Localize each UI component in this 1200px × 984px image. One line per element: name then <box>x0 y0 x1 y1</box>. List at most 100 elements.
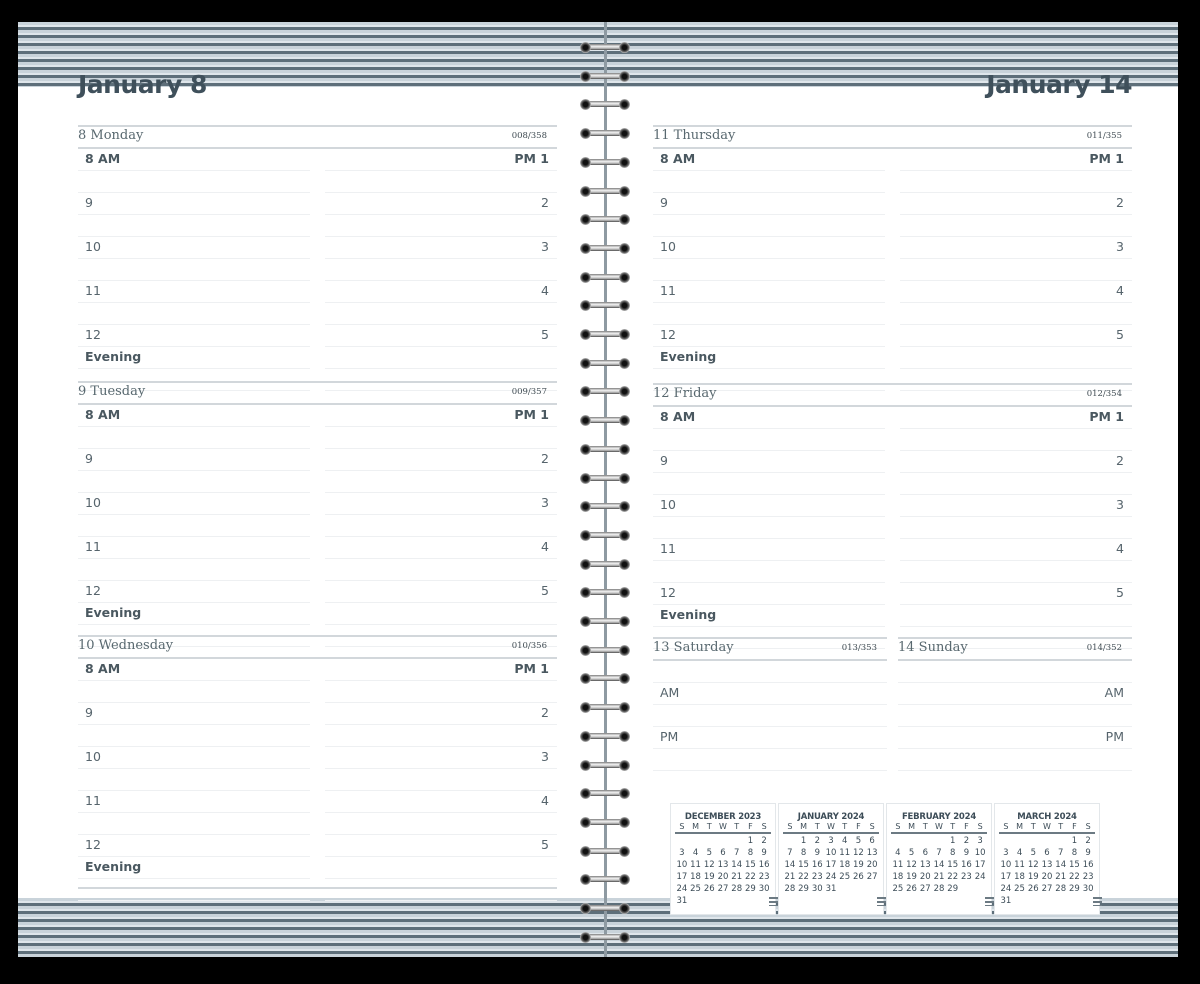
time-slot[interactable]: 2 <box>325 193 557 215</box>
date-cell[interactable]: 30 <box>810 883 824 895</box>
date-cell[interactable]: 12 <box>905 859 919 871</box>
date-cell[interactable]: 21 <box>783 871 797 883</box>
time-slot[interactable] <box>78 259 310 281</box>
time-slot[interactable]: 3 <box>325 747 557 769</box>
date-cell[interactable]: 12 <box>852 847 866 859</box>
date-cell[interactable]: 6 <box>918 847 932 859</box>
time-slot[interactable] <box>900 605 1132 627</box>
date-cell[interactable]: 26 <box>905 883 919 895</box>
date-cell[interactable]: 21 <box>730 871 744 883</box>
time-slot[interactable] <box>653 473 885 495</box>
time-slot[interactable] <box>325 603 557 625</box>
time-slot[interactable] <box>325 515 557 537</box>
time-slot[interactable]: Evening <box>653 605 885 627</box>
time-slot[interactable] <box>900 215 1132 237</box>
date-cell[interactable]: 31 <box>675 895 689 907</box>
time-slot[interactable]: 8 AM <box>78 149 310 171</box>
time-slot[interactable] <box>653 561 885 583</box>
date-cell[interactable]: 9 <box>1081 847 1095 859</box>
time-slot[interactable]: 11 <box>78 281 310 303</box>
time-slot[interactable]: 5 <box>900 325 1132 347</box>
date-cell[interactable]: 22 <box>797 871 811 883</box>
date-cell[interactable]: 16 <box>960 859 974 871</box>
time-slot[interactable]: 3 <box>900 237 1132 259</box>
time-slot[interactable] <box>78 303 310 325</box>
date-cell[interactable]: 9 <box>757 847 771 859</box>
date-cell[interactable]: 23 <box>810 871 824 883</box>
date-cell[interactable]: 20 <box>1040 871 1054 883</box>
date-cell[interactable]: 7 <box>730 847 744 859</box>
date-cell[interactable]: 7 <box>932 847 946 859</box>
time-slot[interactable] <box>78 813 310 835</box>
time-slot[interactable] <box>325 259 557 281</box>
date-cell[interactable]: 5 <box>852 835 866 847</box>
date-cell[interactable]: 31 <box>824 883 838 895</box>
date-cell[interactable]: 19 <box>905 871 919 883</box>
date-cell[interactable]: 16 <box>810 859 824 871</box>
date-cell[interactable]: 14 <box>730 859 744 871</box>
time-slot[interactable] <box>78 215 310 237</box>
time-slot[interactable]: 12 <box>653 325 885 347</box>
date-cell[interactable]: 26 <box>1026 883 1040 895</box>
date-cell[interactable]: 13 <box>918 859 932 871</box>
time-slot[interactable] <box>325 559 557 581</box>
time-slot[interactable]: PM 1 <box>325 149 557 171</box>
time-slot[interactable]: 5 <box>900 583 1132 605</box>
date-cell[interactable]: 21 <box>932 871 946 883</box>
date-cell[interactable]: 27 <box>716 883 730 895</box>
time-slot[interactable] <box>325 813 557 835</box>
time-slot[interactable] <box>78 725 310 747</box>
date-cell[interactable]: 8 <box>744 847 758 859</box>
date-cell[interactable]: 14 <box>932 859 946 871</box>
date-cell[interactable]: 10 <box>973 847 987 859</box>
time-slot[interactable]: 11 <box>653 281 885 303</box>
time-slot[interactable] <box>653 517 885 539</box>
date-cell[interactable]: 18 <box>1013 871 1027 883</box>
date-cell[interactable]: 15 <box>797 859 811 871</box>
date-cell[interactable]: 23 <box>757 871 771 883</box>
time-slot[interactable] <box>898 749 1132 771</box>
time-slot[interactable] <box>653 661 887 683</box>
time-slot[interactable]: 3 <box>325 493 557 515</box>
time-slot[interactable]: 11 <box>78 537 310 559</box>
date-cell[interactable]: 7 <box>783 847 797 859</box>
date-cell[interactable]: 10 <box>675 859 689 871</box>
time-slot[interactable] <box>653 215 885 237</box>
time-slot[interactable] <box>78 427 310 449</box>
time-slot[interactable]: 4 <box>325 537 557 559</box>
date-cell[interactable]: 6 <box>865 835 879 847</box>
time-slot[interactable]: PM 1 <box>900 149 1132 171</box>
time-slot[interactable]: 9 <box>78 449 310 471</box>
time-slot[interactable] <box>325 427 557 449</box>
date-cell[interactable]: 10 <box>824 847 838 859</box>
time-slot[interactable] <box>325 215 557 237</box>
date-cell[interactable]: 19 <box>1026 871 1040 883</box>
date-cell[interactable]: 3 <box>999 847 1013 859</box>
time-slot[interactable]: Evening <box>653 347 885 369</box>
date-cell[interactable]: 17 <box>675 871 689 883</box>
date-cell[interactable]: 27 <box>918 883 932 895</box>
date-cell[interactable]: 2 <box>810 835 824 847</box>
time-slot[interactable] <box>78 171 310 193</box>
time-slot[interactable]: 5 <box>325 581 557 603</box>
date-cell[interactable]: 25 <box>689 883 703 895</box>
date-cell[interactable]: 14 <box>783 859 797 871</box>
date-cell[interactable]: 2 <box>960 835 974 847</box>
time-slot[interactable]: 10 <box>78 237 310 259</box>
time-slot[interactable] <box>900 517 1132 539</box>
time-slot[interactable]: 5 <box>325 835 557 857</box>
date-cell[interactable]: 5 <box>905 847 919 859</box>
time-slot[interactable] <box>653 705 887 727</box>
date-cell[interactable]: 23 <box>960 871 974 883</box>
date-cell[interactable]: 20 <box>716 871 730 883</box>
time-slot[interactable] <box>900 171 1132 193</box>
date-cell[interactable]: 15 <box>1068 859 1082 871</box>
time-slot[interactable] <box>78 559 310 581</box>
date-cell[interactable]: 30 <box>1081 883 1095 895</box>
time-slot[interactable] <box>78 769 310 791</box>
time-slot[interactable]: 2 <box>900 193 1132 215</box>
date-cell[interactable]: 17 <box>999 871 1013 883</box>
time-slot[interactable]: 8 AM <box>78 659 310 681</box>
time-slot[interactable]: 4 <box>325 281 557 303</box>
time-slot[interactable]: 10 <box>78 747 310 769</box>
